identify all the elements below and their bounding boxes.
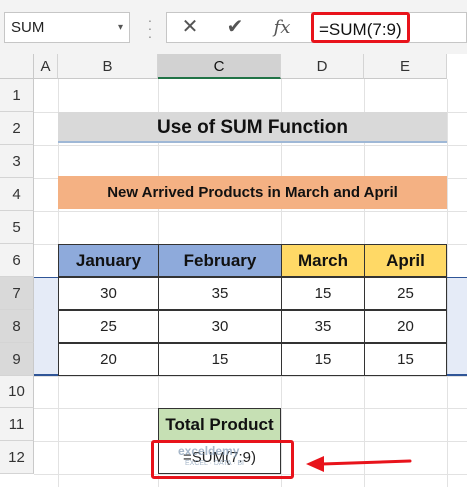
gridline <box>34 211 467 212</box>
table-header-february[interactable]: February <box>158 244 282 277</box>
row-header-6[interactable]: 6 <box>0 244 34 277</box>
name-box-value: SUM <box>11 19 45 36</box>
select-all-corner[interactable] <box>0 54 34 79</box>
column-header-d[interactable]: D <box>281 54 364 79</box>
row-header-9[interactable]: 9 <box>0 343 34 376</box>
row-header-11[interactable]: 11 <box>0 408 34 441</box>
table-cell[interactable]: 15 <box>158 343 282 376</box>
row-header-7[interactable]: 7 <box>0 277 34 310</box>
table-header-january[interactable]: January <box>58 244 159 277</box>
table-header-april[interactable]: April <box>364 244 447 277</box>
column-header-a[interactable]: A <box>34 54 58 79</box>
row-header-5[interactable]: 5 <box>0 211 34 244</box>
table-cell[interactable]: 15 <box>281 277 365 310</box>
table-cell[interactable]: 35 <box>158 277 282 310</box>
table-cell[interactable]: 15 <box>364 343 447 376</box>
table-cell[interactable]: 30 <box>58 277 159 310</box>
table-cell[interactable]: 15 <box>281 343 365 376</box>
chevron-down-icon[interactable]: ▾ <box>118 13 123 42</box>
row-header-1[interactable]: 1 <box>0 79 34 112</box>
sheet-title[interactable]: Use of SUM Function <box>58 112 447 143</box>
table-cell[interactable]: 20 <box>58 343 159 376</box>
column-header-c[interactable]: C <box>158 54 281 79</box>
column-header-b[interactable]: B <box>58 54 158 79</box>
gridline <box>34 145 467 146</box>
row-header-4[interactable]: 4 <box>0 178 34 211</box>
name-box[interactable]: SUM ▾ <box>4 12 130 43</box>
arrow-icon <box>306 456 412 472</box>
formula-input[interactable]: =SUM(7:9) <box>311 12 410 43</box>
row-header-10[interactable]: 10 <box>0 376 34 408</box>
row-header-2[interactable]: 2 <box>0 112 34 145</box>
table-cell[interactable]: 20 <box>364 310 447 343</box>
cancel-icon[interactable]: ✕ <box>170 12 210 43</box>
total-product-header[interactable]: Total Product <box>158 408 281 441</box>
enter-icon[interactable]: ✔ <box>215 12 255 43</box>
column-header-e[interactable]: E <box>364 54 447 79</box>
sheet-subtitle[interactable]: New Arrived Products in March and April <box>58 176 447 209</box>
row-header-12[interactable]: 12 <box>0 441 34 474</box>
table-cell[interactable]: 25 <box>364 277 447 310</box>
arrow-shaft <box>320 459 412 466</box>
arrow-head <box>306 456 324 472</box>
row-header-8[interactable]: 8 <box>0 310 34 343</box>
gridline <box>34 376 467 377</box>
table-cell[interactable]: 35 <box>281 310 365 343</box>
highlight-box <box>151 440 294 479</box>
row-header-3[interactable]: 3 <box>0 145 34 178</box>
table-header-march[interactable]: March <box>281 244 365 277</box>
insert-function-icon[interactable]: fx <box>262 12 302 43</box>
drag-handle-icon[interactable]: · · · <box>147 13 153 43</box>
table-cell[interactable]: 30 <box>158 310 282 343</box>
table-cell[interactable]: 25 <box>58 310 159 343</box>
